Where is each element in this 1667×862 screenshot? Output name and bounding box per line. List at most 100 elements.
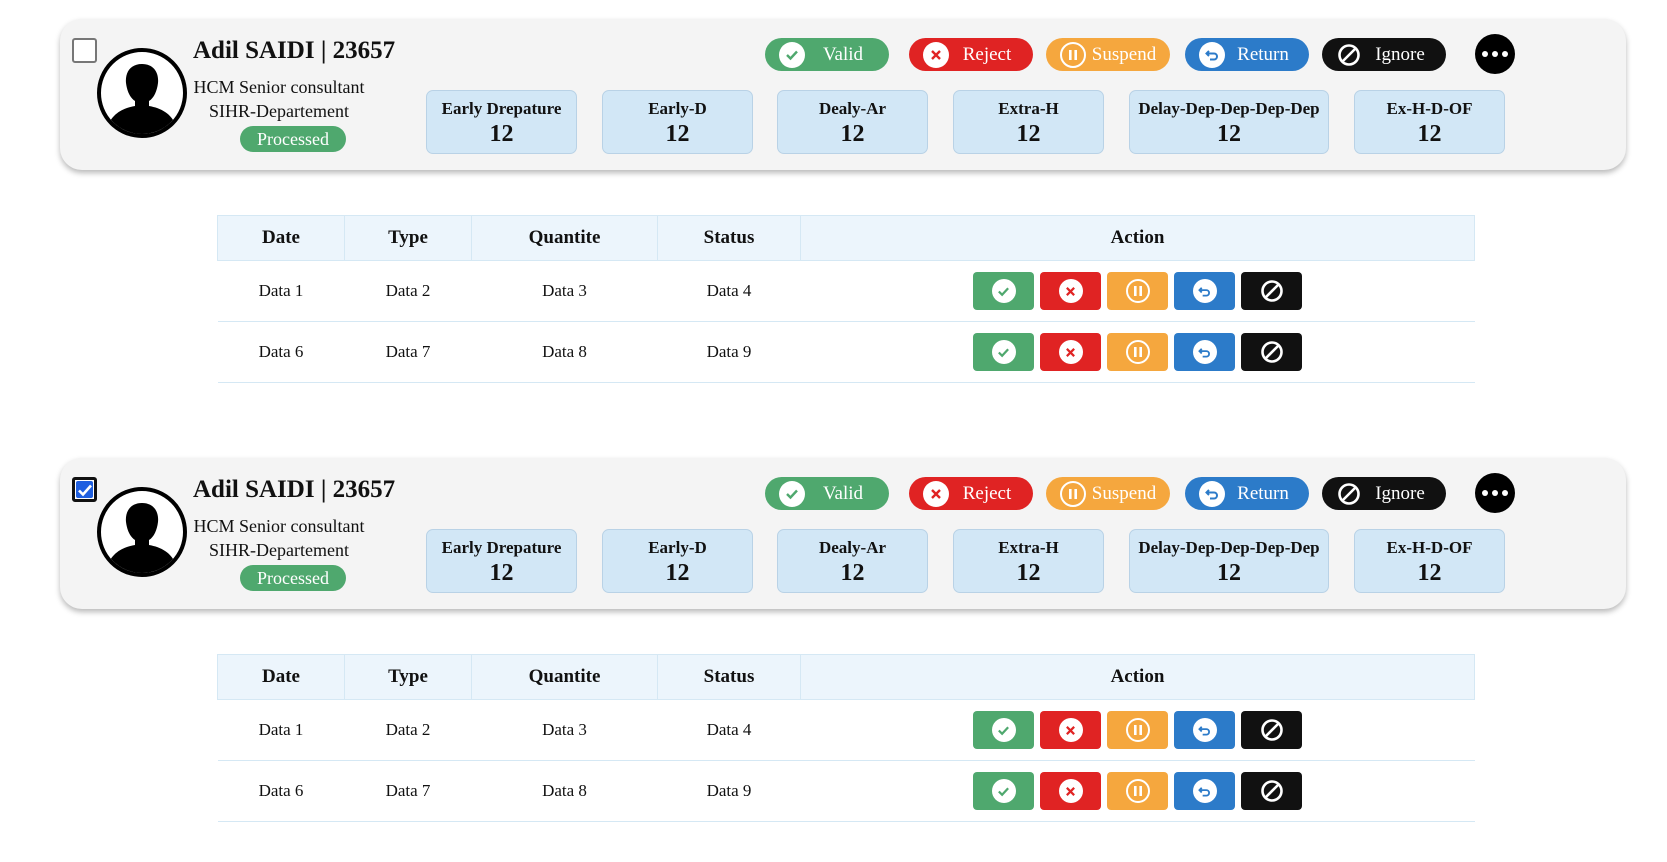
row-return-button[interactable]	[1174, 772, 1235, 810]
reject-button[interactable]: Reject	[909, 38, 1033, 71]
row-suspend-button[interactable]	[1107, 772, 1168, 810]
cell-quantite: Data 8	[471, 321, 658, 383]
status-badge: Processed	[240, 565, 346, 591]
reject-button[interactable]: Reject	[909, 477, 1033, 510]
stat-early-drepature: Early Drepature 12	[426, 90, 577, 154]
user-silhouette-icon	[107, 503, 177, 573]
stat-delay-dep: Delay-Dep-Dep-Dep-Dep 12	[1129, 529, 1329, 593]
row-ignore-button[interactable]	[1241, 772, 1302, 810]
check-circle-icon	[991, 340, 1016, 364]
cell-type: Data 2	[344, 260, 472, 322]
check-circle-icon	[991, 718, 1016, 742]
row-return-button[interactable]	[1174, 272, 1235, 310]
check-circle-icon	[991, 779, 1016, 803]
return-arrow-icon	[1192, 279, 1217, 303]
row-ignore-button[interactable]	[1241, 711, 1302, 749]
cell-status: Data 4	[657, 260, 801, 322]
role-department: SIHR-Departement	[209, 101, 349, 121]
column-header-action: Action	[800, 215, 1475, 261]
more-options-button[interactable]	[1475, 473, 1515, 513]
row-return-button[interactable]	[1174, 711, 1235, 749]
return-arrow-icon	[1199, 480, 1225, 507]
x-circle-icon	[1058, 279, 1083, 303]
ban-icon	[1336, 42, 1362, 68]
cell-actions	[800, 321, 1475, 383]
x-circle-icon	[1058, 340, 1083, 364]
pause-circle-icon	[1125, 779, 1150, 803]
x-circle-icon	[923, 480, 949, 507]
stat-delay-dep: Delay-Dep-Dep-Dep-Dep 12	[1129, 90, 1329, 154]
column-header-quantite: Quantite	[471, 215, 658, 261]
ban-icon	[1260, 779, 1284, 803]
row-suspend-button[interactable]	[1107, 333, 1168, 371]
column-header-type: Type	[344, 215, 472, 261]
suspend-button[interactable]: Suspend	[1046, 477, 1170, 510]
row-return-button[interactable]	[1174, 333, 1235, 371]
employee-role: HCM Senior consultant SIHR-Departement	[187, 75, 371, 123]
row-suspend-button[interactable]	[1107, 711, 1168, 749]
row-valid-button[interactable]	[973, 333, 1034, 371]
cell-quantite: Data 3	[471, 699, 658, 761]
table-row: Data 1 Data 2 Data 3 Data 4	[217, 260, 1475, 322]
row-reject-button[interactable]	[1040, 272, 1101, 310]
stat-ex-h-d-of: Ex-H-D-OF 12	[1354, 90, 1505, 154]
stat-dealy-ar: Dealy-Ar 12	[777, 529, 928, 593]
ban-icon	[1260, 340, 1284, 364]
more-options-button[interactable]	[1475, 34, 1515, 74]
table-row: Data 1 Data 2 Data 3 Data 4	[217, 699, 1475, 761]
employee-name: Adil SAIDI | 23657	[193, 476, 396, 503]
column-header-date: Date	[217, 654, 345, 700]
return-button[interactable]: Return	[1185, 477, 1309, 510]
column-header-type: Type	[344, 654, 472, 700]
return-arrow-icon	[1199, 41, 1225, 68]
table-row: Data 6 Data 7 Data 8 Data 9	[217, 760, 1475, 822]
stat-extra-h: Extra-H 12	[953, 90, 1104, 154]
avatar	[97, 48, 187, 138]
select-checkbox[interactable]	[72, 477, 97, 502]
return-button[interactable]: Return	[1185, 38, 1309, 71]
x-circle-icon	[1058, 718, 1083, 742]
stat-dealy-ar: Dealy-Ar 12	[777, 90, 928, 154]
row-ignore-button[interactable]	[1241, 272, 1302, 310]
row-ignore-button[interactable]	[1241, 333, 1302, 371]
status-badge: Processed	[240, 126, 346, 152]
stat-early-drepature: Early Drepature 12	[426, 529, 577, 593]
pause-circle-icon	[1125, 279, 1150, 303]
ignore-button[interactable]: Ignore	[1322, 477, 1446, 510]
ban-icon	[1260, 718, 1284, 742]
cell-quantite: Data 3	[471, 260, 658, 322]
suspend-button[interactable]: Suspend	[1046, 38, 1170, 71]
row-valid-button[interactable]	[973, 272, 1034, 310]
row-reject-button[interactable]	[1040, 772, 1101, 810]
row-valid-button[interactable]	[973, 711, 1034, 749]
valid-button[interactable]: Valid	[765, 477, 889, 510]
stat-early-d: Early-D 12	[602, 90, 753, 154]
row-reject-button[interactable]	[1040, 711, 1101, 749]
row-suspend-button[interactable]	[1107, 272, 1168, 310]
column-header-quantite: Quantite	[471, 654, 658, 700]
pause-circle-icon	[1060, 41, 1086, 68]
employee-card: Adil SAIDI | 23657 HCM Senior consultant…	[60, 458, 1626, 609]
avatar	[97, 487, 187, 577]
cell-type: Data 7	[344, 760, 472, 822]
employee-card: Adil SAIDI | 23657 HCM Senior consultant…	[60, 19, 1626, 170]
return-arrow-icon	[1192, 340, 1217, 364]
column-header-action: Action	[800, 654, 1475, 700]
column-header-status: Status	[657, 654, 801, 700]
return-arrow-icon	[1192, 718, 1217, 742]
select-checkbox[interactable]	[72, 38, 97, 63]
row-reject-button[interactable]	[1040, 333, 1101, 371]
employee-role: HCM Senior consultant SIHR-Departement	[187, 514, 371, 562]
row-valid-button[interactable]	[973, 772, 1034, 810]
stat-early-d: Early-D 12	[602, 529, 753, 593]
valid-button[interactable]: Valid	[765, 38, 889, 71]
cell-date: Data 1	[217, 699, 345, 761]
check-circle-icon	[779, 480, 805, 507]
ban-icon	[1260, 279, 1284, 303]
records-table: Date Type Quantite Status Action Data 1 …	[217, 215, 1475, 383]
ignore-button[interactable]: Ignore	[1322, 38, 1446, 71]
x-circle-icon	[923, 41, 949, 68]
stat-ex-h-d-of: Ex-H-D-OF 12	[1354, 529, 1505, 593]
role-department: SIHR-Departement	[209, 540, 349, 560]
pause-circle-icon	[1125, 340, 1150, 364]
